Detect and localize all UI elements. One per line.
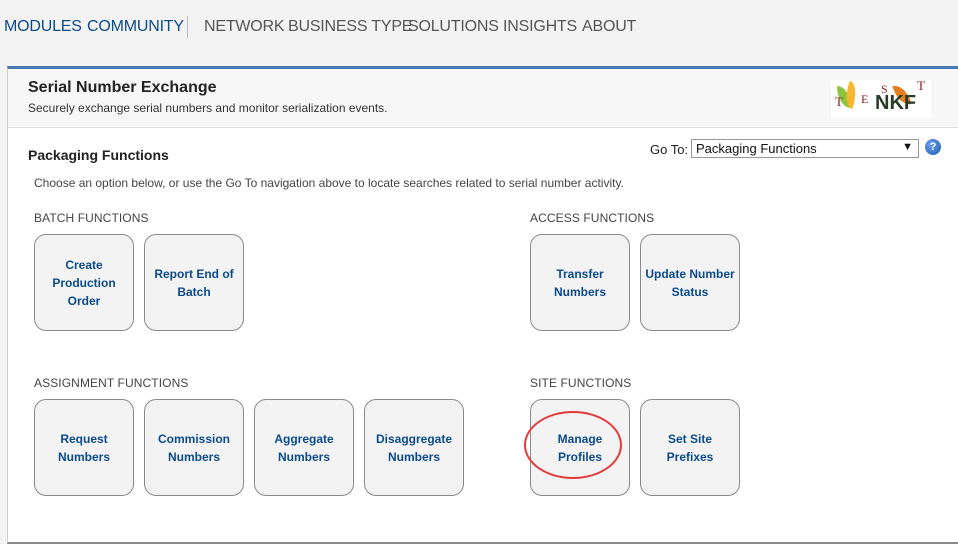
page-subtitle: Securely exchange serial numbers and mon… xyxy=(28,101,388,115)
dropdown-arrow-icon: ▼ xyxy=(902,141,913,153)
nav-solutions[interactable]: SOLUTIONS xyxy=(408,18,499,36)
company-logo: T E S T NKF xyxy=(831,80,931,118)
request-numbers-button[interactable]: Request Numbers xyxy=(34,399,134,496)
nav-community[interactable]: COMMUNITY xyxy=(87,18,184,36)
disaggregate-numbers-button[interactable]: Disaggregate Numbers xyxy=(364,399,464,496)
goto-label: Go To: xyxy=(650,142,689,157)
batch-functions-label: BATCH FUNCTIONS xyxy=(34,211,149,225)
aggregate-numbers-button[interactable]: Aggregate Numbers xyxy=(254,399,354,496)
page-title: Serial Number Exchange xyxy=(28,79,217,96)
nav-business-type[interactable]: BUSINESS TYPE xyxy=(288,18,412,36)
access-functions-label: ACCESS FUNCTIONS xyxy=(530,211,655,225)
update-number-status-button[interactable]: Update Number Status xyxy=(640,234,740,331)
nav-divider xyxy=(187,16,188,38)
nav-insights[interactable]: INSIGHTS xyxy=(503,18,577,36)
create-production-order-button[interactable]: Create Production Order xyxy=(34,234,134,331)
goto-select[interactable]: Packaging Functions ▼ xyxy=(691,139,919,158)
nav-modules[interactable]: MODULES xyxy=(4,18,82,36)
site-functions-label: SITE FUNCTIONS xyxy=(530,376,632,390)
top-navigation: MODULES COMMUNITY NETWORK BUSINESS TYPE … xyxy=(0,0,958,66)
set-site-prefixes-button[interactable]: Set Site Prefixes xyxy=(640,399,740,496)
nav-about[interactable]: ABOUT xyxy=(582,18,636,36)
intro-text: Choose an option below, or use the Go To… xyxy=(34,176,624,190)
goto-select-value: Packaging Functions xyxy=(696,141,817,156)
nav-network[interactable]: NETWORK xyxy=(204,18,285,36)
section-title: Packaging Functions xyxy=(28,147,169,163)
transfer-numbers-button[interactable]: Transfer Numbers xyxy=(530,234,630,331)
help-icon[interactable]: ? xyxy=(925,139,941,155)
main-panel: Serial Number Exchange Securely exchange… xyxy=(7,66,958,544)
manage-profiles-button[interactable]: Manage Profiles xyxy=(530,399,630,496)
report-end-of-batch-button[interactable]: Report End of Batch xyxy=(144,234,244,331)
page-header: Serial Number Exchange Securely exchange… xyxy=(8,69,958,128)
assignment-functions-label: ASSIGNMENT FUNCTIONS xyxy=(34,376,189,390)
commission-numbers-button[interactable]: Commission Numbers xyxy=(144,399,244,496)
